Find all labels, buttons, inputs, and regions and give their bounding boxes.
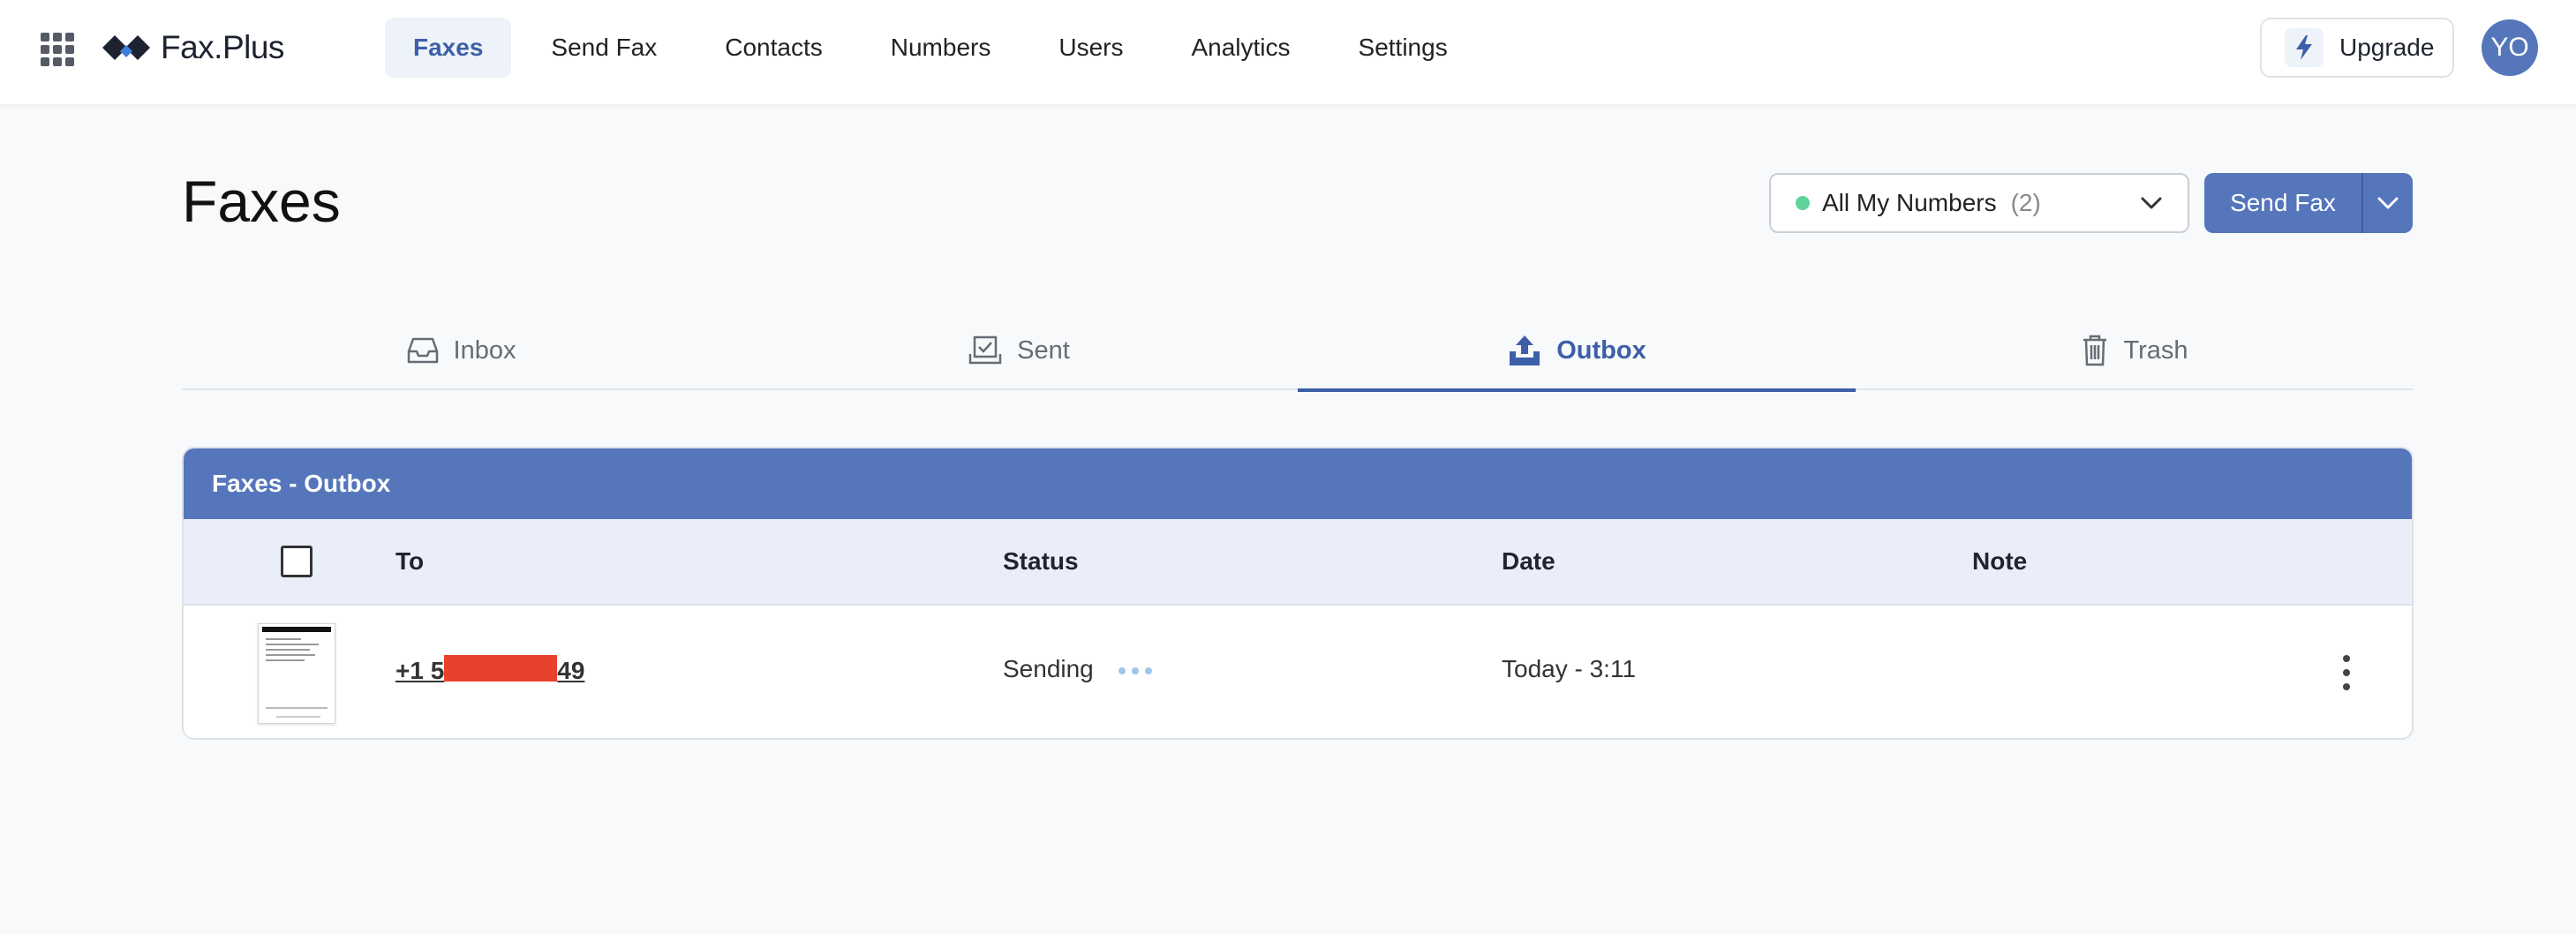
page-title: Faxes	[182, 169, 341, 234]
send-fax-split-button: Send Fax	[2204, 173, 2413, 233]
chevron-down-icon	[2141, 197, 2162, 209]
column-header-status[interactable]: Status	[1003, 547, 1079, 576]
column-header-date[interactable]: Date	[1502, 547, 1555, 576]
apps-grid-icon[interactable]	[41, 33, 74, 66]
table-title: Faxes - Outbox	[184, 448, 2412, 519]
chevron-down-icon	[2377, 197, 2399, 209]
tab-trash-label: Trash	[2123, 335, 2188, 365]
redaction-block	[444, 655, 558, 682]
nav-item-contacts[interactable]: Contacts	[697, 18, 851, 78]
upgrade-label: Upgrade	[2339, 34, 2435, 61]
upgrade-button[interactable]: Upgrade	[2260, 18, 2454, 78]
nav-item-settings[interactable]: Settings	[1330, 18, 1476, 78]
loading-dots-icon	[1118, 667, 1158, 674]
send-fax-options-button[interactable]	[2363, 173, 2413, 233]
column-header-note[interactable]: Note	[1972, 547, 2027, 576]
faxes-table-card: Faxes - Outbox To Status Date Note +1 5 4…	[182, 447, 2414, 740]
recipient-number-link[interactable]: +1 5 49	[395, 655, 584, 685]
table-row[interactable]: +1 5 49 Sending Today - 3:11	[184, 606, 2412, 738]
trash-icon	[2083, 335, 2107, 366]
number-filter-count: (2)	[2010, 189, 2041, 216]
tab-outbox-label: Outbox	[1556, 335, 1646, 365]
recipient-prefix: +1 5	[395, 657, 445, 684]
tab-inbox[interactable]: Inbox	[182, 311, 740, 390]
tab-outbox[interactable]: Outbox	[1298, 311, 1856, 392]
folder-tabs: Inbox Sent Outbox Trash	[182, 311, 2414, 392]
main-nav: Faxes Send Fax Contacts Numbers Users An…	[385, 18, 1488, 78]
recipient-suffix: 49	[557, 657, 585, 684]
number-filter-dropdown[interactable]: All My Numbers (2)	[1769, 173, 2189, 233]
nav-item-users[interactable]: Users	[1030, 18, 1151, 78]
inbox-icon	[407, 337, 438, 364]
send-fax-button[interactable]: Send Fax	[2204, 173, 2361, 233]
nav-item-analytics[interactable]: Analytics	[1163, 18, 1318, 78]
fax-thumbnail[interactable]	[258, 623, 335, 724]
upload-icon	[1510, 335, 1540, 365]
column-header-to[interactable]: To	[395, 547, 424, 576]
nav-item-numbers[interactable]: Numbers	[862, 18, 1020, 78]
fax-status-label: Sending	[1003, 655, 1094, 682]
tab-sent-label: Sent	[1017, 335, 1070, 365]
nav-item-send-fax[interactable]: Send Fax	[523, 18, 685, 78]
table-header-row: To Status Date Note	[184, 519, 2412, 606]
app-logo[interactable]: Fax.Plus	[101, 26, 284, 69]
select-all-checkbox[interactable]	[281, 546, 313, 577]
fax-date: Today - 3:11	[1502, 655, 1637, 682]
nav-item-faxes[interactable]: Faxes	[385, 18, 512, 78]
number-filter-label: All My Numbers	[1822, 189, 1997, 216]
fax-status: Sending	[1003, 655, 1158, 683]
app-name: Fax.Plus	[161, 29, 284, 65]
top-navbar: Fax.Plus Faxes Send Fax Contacts Numbers…	[0, 0, 2576, 104]
sent-icon	[968, 335, 1002, 365]
logo-mark-icon	[102, 35, 150, 60]
tab-trash[interactable]: Trash	[1856, 311, 2414, 390]
user-avatar[interactable]: YO	[2482, 19, 2538, 76]
status-dot-icon	[1796, 196, 1810, 210]
lightning-bolt-icon	[2285, 28, 2324, 67]
tab-sent[interactable]: Sent	[740, 311, 1298, 390]
more-options-icon[interactable]	[2338, 655, 2355, 690]
tab-inbox-label: Inbox	[453, 335, 516, 365]
